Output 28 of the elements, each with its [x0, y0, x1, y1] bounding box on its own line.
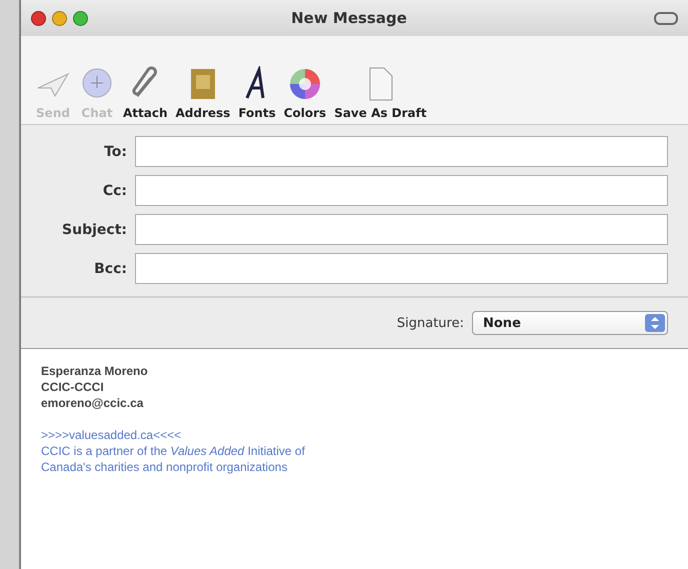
field-label: Bcc: — [93, 260, 128, 276]
toolbar-button[interactable]: Address — [176, 66, 230, 120]
input-field[interactable] — [135, 175, 668, 206]
toolbar-button[interactable]: Colors — [284, 66, 326, 120]
zoom-button[interactable] — [73, 10, 88, 26]
dropdown-arrows-icon — [645, 314, 665, 332]
toolbar-button[interactable]: Attach — [123, 66, 168, 120]
signature-link-text: >>>>valuesadded.ca<<<< — [41, 427, 182, 443]
field-label: Cc: — [102, 182, 128, 198]
signature-link-text: CCIC is a partner of the Values Added Initiative of — [41, 443, 306, 459]
toolbar-toggle-button[interactable] — [654, 12, 678, 24]
signature-dropdown[interactable]: None — [472, 311, 668, 335]
input-field[interactable] — [135, 214, 668, 245]
toolbar-button[interactable]: Fonts — [238, 66, 276, 120]
input-field[interactable] — [135, 136, 668, 167]
message-body[interactable]: Esperanza Moreno CCIC-CCCI emoreno@ccic.ca >>>>valuesadded.ca<<<< CCIC is a partner of the Values Added Initiative of Canada's charities and nonprofit organizations — [21, 349, 688, 569]
input-field[interactable] — [135, 253, 668, 284]
close-button[interactable] — [31, 10, 46, 26]
field-label: Subject: — [61, 222, 128, 238]
field-label: To: — [103, 144, 128, 160]
signature-label: Signature: — [396, 316, 464, 330]
toolbar-button[interactable]: Save As Draft — [334, 66, 427, 120]
signature-text: emoreno@ccic.ca — [41, 395, 144, 411]
minimize-button[interactable] — [52, 10, 67, 26]
signature-link-text: Canada's charities and nonprofit organizations — [41, 459, 288, 475]
signature-text: Esperanza Moreno — [41, 363, 149, 379]
window-title: New Message — [290, 9, 408, 27]
signature-text: CCIC-CCCI — [41, 379, 105, 395]
